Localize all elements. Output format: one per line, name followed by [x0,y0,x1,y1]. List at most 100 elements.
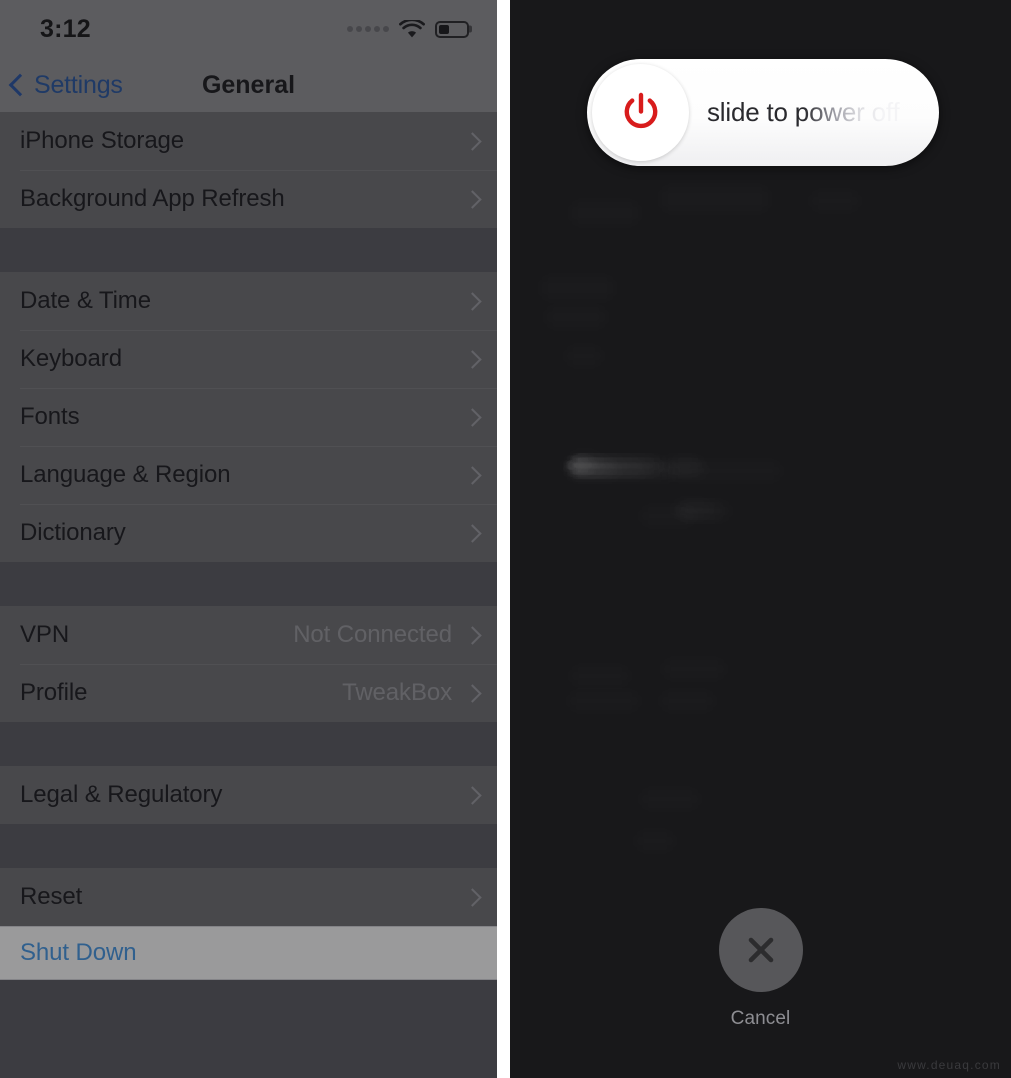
screenshot-stage: 3:12 Settings General iPhone Storage Bac… [0,0,1011,1078]
cancel-circle[interactable] [718,908,803,992]
slider-label: slide to power off [689,97,939,128]
settings-group: iPhone Storage Background App Refresh [0,112,497,228]
settings-group: Legal & Regulatory [0,766,497,824]
settings-row-reset[interactable]: Reset [0,868,497,926]
background-ghost [570,460,678,482]
chevron-right-icon [463,407,482,427]
settings-row-dictionary[interactable]: Dictionary [0,504,497,562]
chevron-right-icon [463,625,482,645]
back-to-settings-button[interactable]: Settings [0,71,123,100]
row-label: iPhone Storage [20,127,185,154]
power-icon [624,92,657,128]
close-x-icon [748,937,773,963]
group-separator [0,824,497,868]
background-ghost [640,505,696,527]
background-ghost [565,460,620,482]
settings-row-legal-regulatory[interactable]: Legal & Regulatory [0,766,497,824]
chevron-left-icon [8,73,32,97]
background-ghost [568,455,582,475]
group-separator [0,228,497,272]
watermark: www.deuaq.com [897,1058,1001,1072]
settings-row-shut-down[interactable]: Shut Down [0,926,497,980]
settings-row-profile[interactable]: Profile TweakBox [0,664,497,722]
status-bar-indicators [347,19,469,39]
cancel-button[interactable]: Cancel [510,908,1011,1030]
settings-general-screen: 3:12 Settings General iPhone Storage Bac… [0,0,497,1078]
shut-down-label: Shut Down [20,939,137,966]
settings-list[interactable]: iPhone Storage Background App Refresh Da… [0,112,497,1078]
status-bar-time: 3:12 [40,14,91,43]
background-ghost [568,460,648,480]
group-separator [0,722,497,766]
settings-row-language-region[interactable]: Language & Region [0,446,497,504]
chevron-right-icon [463,291,482,311]
slide-to-power-off-slider[interactable]: slide to power off [587,59,939,166]
navigation-bar: Settings General [0,58,497,112]
row-value: Not Connected [293,621,452,648]
settings-row-fonts[interactable]: Fonts [0,388,497,446]
row-label: Legal & Regulatory [20,781,223,808]
chevron-right-icon [463,683,482,703]
wifi-icon [399,19,425,39]
battery-icon [435,20,469,38]
background-ghost [640,788,700,810]
background-ghost [565,455,577,475]
bottom-area [0,980,497,1078]
panel-divider [497,0,510,1078]
background-ghost [568,458,604,478]
background-ghost [570,455,612,477]
settings-row-iphone-storage[interactable]: iPhone Storage [0,112,497,170]
chevron-right-icon [463,349,482,369]
chevron-right-icon [463,523,482,543]
background-ghost [565,345,603,367]
settings-row-background-app-refresh[interactable]: Background App Refresh [0,170,497,228]
settings-group: Reset [0,868,497,926]
background-ghost [672,498,712,520]
background-ghost [565,455,653,477]
background-ghost [660,455,700,477]
background-ghost [670,460,782,482]
background-ghost [568,450,602,472]
group-separator [0,562,497,606]
row-label: Date & Time [20,287,151,314]
background-ghost [570,455,594,475]
background-ghost [568,455,668,477]
background-ghost [565,455,615,477]
background-ghost [540,275,615,301]
background-ghost [568,455,598,475]
background-ghost [562,455,640,477]
status-bar: 3:12 [0,0,497,58]
row-label: Keyboard [20,345,122,372]
background-ghost [570,455,596,475]
background-ghost [678,500,723,522]
power-off-screen: slide to power off Cancel www.deuaq.com [510,0,1011,1078]
chevron-right-icon [463,131,482,151]
background-ghost [565,455,575,475]
row-label: Language & Region [20,461,231,488]
row-label: Background App Refresh [20,185,285,212]
chevron-right-icon [463,465,482,485]
background-ghost [570,455,662,477]
chevron-right-icon [463,189,482,209]
background-ghost [565,460,669,480]
background-ghost [570,200,640,226]
settings-row-date-time[interactable]: Date & Time [0,272,497,330]
background-ghost [570,455,590,475]
row-label: Profile [20,679,88,706]
row-label: Reset [20,883,83,910]
background-ghost [567,455,583,475]
background-ghost [568,690,640,712]
cancel-label: Cancel [730,1008,791,1029]
settings-row-vpn[interactable]: VPN Not Connected [0,606,497,664]
row-label: Dictionary [20,519,126,546]
background-ghost [660,185,770,213]
row-value: TweakBox [342,679,452,706]
back-button-label: Settings [34,70,123,99]
background-ghost [662,658,726,680]
background-ghost [570,665,630,687]
chevron-right-icon [463,785,482,805]
background-ghost [568,455,590,475]
settings-row-keyboard[interactable]: Keyboard [0,330,497,388]
background-ghost [568,455,596,475]
slider-knob[interactable] [592,64,689,161]
